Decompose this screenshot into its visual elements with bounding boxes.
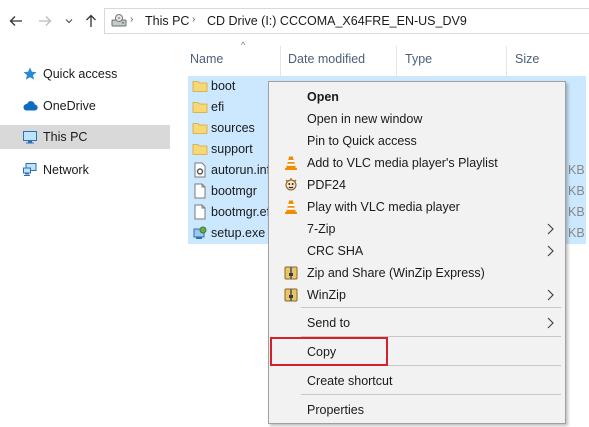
file-icon bbox=[194, 204, 206, 220]
file-size-unit: KB bbox=[568, 163, 585, 177]
vlc-icon bbox=[285, 200, 297, 214]
file-size-unit: KB bbox=[568, 226, 585, 240]
menu-item-label: Pin to Quick access bbox=[307, 134, 417, 148]
vlc-icon bbox=[285, 156, 297, 170]
star-icon bbox=[23, 67, 37, 80]
menu-item-label: Zip and Share (WinZip Express) bbox=[307, 266, 485, 280]
winzip-icon bbox=[284, 266, 298, 280]
column-divider[interactable] bbox=[396, 46, 397, 76]
sort-ascending-icon: ^ bbox=[241, 40, 246, 50]
file-name: boot bbox=[211, 79, 236, 93]
column-header-date-modified[interactable]: Date modified bbox=[288, 52, 365, 66]
address-segment-cd-drive[interactable]: CD Drive (I:) CCCOMA_X64FRE_EN-US_DV9 bbox=[207, 14, 467, 28]
file-icon bbox=[194, 183, 206, 199]
menu-separator bbox=[301, 394, 561, 395]
navigation-bar: › This PC › CD Drive (I:) CCCOMA_X64FRE_… bbox=[0, 0, 589, 42]
recent-locations-button[interactable] bbox=[60, 12, 78, 30]
menu-item-7-zip[interactable]: 7-Zip bbox=[271, 218, 563, 240]
chevron-right-icon bbox=[547, 317, 554, 329]
file-size-unit: KB bbox=[568, 205, 585, 219]
menu-item-label: Open bbox=[307, 90, 339, 104]
menu-item-add-to-vlc-playlist[interactable]: Add to VLC media player's Playlist bbox=[271, 152, 563, 174]
menu-item-label: Properties bbox=[307, 403, 364, 417]
chevron-down-icon bbox=[65, 19, 73, 24]
menu-item-winzip[interactable]: WinZip bbox=[271, 284, 563, 306]
menu-separator bbox=[301, 307, 561, 308]
file-size-unit: KB bbox=[568, 184, 585, 198]
file-name: setup.exe bbox=[211, 226, 266, 240]
back-button[interactable] bbox=[7, 12, 25, 30]
context-menu: Open Open in new window Pin to Quick acc… bbox=[268, 81, 566, 424]
winzip-icon bbox=[284, 288, 298, 302]
up-button[interactable] bbox=[82, 12, 100, 30]
chevron-right-icon bbox=[547, 223, 554, 235]
chevron-right-icon bbox=[547, 289, 554, 301]
address-segment-this-pc[interactable]: This PC bbox=[145, 14, 189, 28]
cloud-icon bbox=[23, 101, 38, 111]
address-bar[interactable]: › This PC › CD Drive (I:) CCCOMA_X64FRE_… bbox=[104, 8, 589, 34]
arrow-left-icon bbox=[9, 16, 22, 26]
setup-icon bbox=[193, 226, 207, 239]
sidebar-item-this-pc[interactable]: This PC bbox=[0, 125, 170, 149]
menu-item-label: Open in new window bbox=[307, 112, 423, 126]
menu-item-label: Create shortcut bbox=[307, 374, 393, 388]
menu-item-zip-and-share[interactable]: Zip and Share (WinZip Express) bbox=[271, 262, 563, 284]
settings-file-icon bbox=[194, 162, 206, 178]
file-name: efi bbox=[211, 100, 225, 114]
menu-item-pin-to-quick-access[interactable]: Pin to Quick access bbox=[271, 130, 563, 152]
copy-highlight-box bbox=[270, 337, 388, 366]
computer-icon bbox=[23, 131, 37, 144]
menu-item-label: Add to VLC media player's Playlist bbox=[307, 156, 498, 170]
menu-item-open[interactable]: Open bbox=[271, 86, 563, 108]
sidebar-item-label: OneDrive bbox=[43, 99, 96, 113]
pdf24-icon bbox=[285, 178, 297, 191]
menu-item-label: 7-Zip bbox=[307, 222, 336, 236]
sidebar-item-label: Quick access bbox=[43, 67, 118, 81]
column-header-size[interactable]: Size bbox=[515, 52, 539, 66]
column-header-name[interactable]: ^ Name bbox=[184, 40, 284, 76]
network-icon bbox=[23, 163, 37, 176]
file-name: autorun.inf bbox=[211, 163, 271, 177]
file-name: bootmgr.efi bbox=[211, 205, 273, 219]
sidebar-item-label: This PC bbox=[43, 130, 88, 144]
file-name: sources bbox=[211, 121, 255, 135]
menu-item-label: CRC SHA bbox=[307, 244, 364, 258]
menu-item-play-with-vlc[interactable]: Play with VLC media player bbox=[271, 196, 563, 218]
menu-item-open-in-new-window[interactable]: Open in new window bbox=[271, 108, 563, 130]
chevron-right-icon bbox=[547, 245, 554, 257]
sidebar-item-network[interactable]: Network bbox=[0, 158, 170, 182]
menu-item-label: Send to bbox=[307, 316, 351, 330]
address-separator[interactable]: › bbox=[130, 14, 133, 25]
navigation-pane: Quick access OneDrive This PC Network bbox=[0, 42, 172, 427]
arrow-up-icon bbox=[86, 14, 96, 27]
menu-item-label: WinZip bbox=[307, 288, 346, 302]
sidebar-item-quick-access[interactable]: Quick access bbox=[0, 62, 170, 86]
sidebar-item-onedrive[interactable]: OneDrive bbox=[0, 94, 170, 118]
forward-button[interactable] bbox=[36, 12, 54, 30]
arrow-right-icon bbox=[39, 16, 52, 26]
sidebar-item-label: Network bbox=[43, 163, 89, 177]
menu-item-send-to[interactable]: Send to bbox=[271, 312, 563, 334]
column-header-label: Name bbox=[190, 52, 224, 66]
menu-item-pdf24[interactable]: PDF24 bbox=[271, 174, 563, 196]
file-name: bootmgr bbox=[211, 184, 257, 198]
column-divider[interactable] bbox=[280, 46, 281, 76]
column-divider[interactable] bbox=[506, 46, 507, 76]
menu-item-label: PDF24 bbox=[307, 178, 346, 192]
folder-icon bbox=[192, 144, 208, 155]
menu-item-create-shortcut[interactable]: Create shortcut bbox=[271, 370, 563, 392]
column-header-type[interactable]: Type bbox=[405, 52, 432, 66]
folder-icon bbox=[192, 81, 208, 92]
menu-item-label: Play with VLC media player bbox=[307, 200, 460, 214]
folder-icon bbox=[192, 123, 208, 134]
menu-item-crc-sha[interactable]: CRC SHA bbox=[271, 240, 563, 262]
folder-icon bbox=[192, 102, 208, 113]
address-separator[interactable]: › bbox=[192, 14, 195, 25]
menu-item-properties[interactable]: Properties bbox=[271, 399, 563, 421]
drive-icon bbox=[111, 14, 127, 27]
file-name: support bbox=[211, 142, 253, 156]
